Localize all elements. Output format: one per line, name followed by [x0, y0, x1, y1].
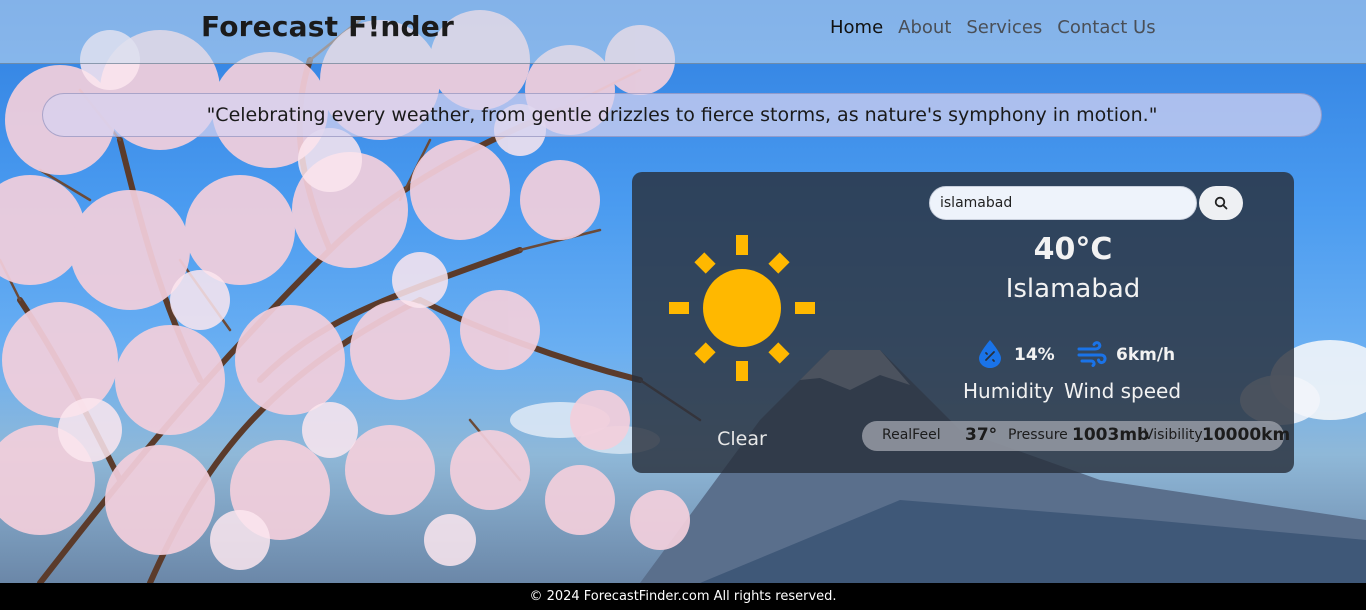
weather-condition: Clear [717, 428, 767, 450]
visibility-value: 10000km [1202, 425, 1291, 445]
nav-home-link[interactable]: Home [830, 17, 883, 38]
temperature: 40°C [1033, 232, 1113, 267]
weather-details-bar: RealFeel 37° Pressure 1003mb Visibility … [862, 421, 1290, 451]
city-search-input[interactable] [929, 186, 1197, 220]
navbar: Forecast F!nder Home About Services Cont… [0, 0, 1366, 64]
nav-services-link[interactable]: Services [966, 17, 1042, 38]
brand-logo[interactable]: Forecast F!nder [201, 10, 454, 43]
city-name: Islamabad [1005, 274, 1141, 304]
humidity-value: 14% [1014, 345, 1055, 365]
wind-icon [1077, 341, 1107, 367]
humidity-label: Humidity [963, 379, 1054, 403]
search-button[interactable] [1199, 186, 1243, 220]
main-nav: Home About Services Contact Us [830, 17, 1156, 38]
pressure-value: 1003mb [1072, 425, 1150, 445]
realfeel-label: RealFeel [882, 427, 941, 443]
copyright-text: © 2024 ForecastFinder.com All rights res… [529, 589, 837, 604]
visibility-label: Visibility [1144, 427, 1203, 443]
search-icon [1214, 196, 1228, 210]
realfeel-value: 37° [965, 425, 998, 445]
wind-speed-label: Wind speed [1064, 379, 1182, 403]
pressure-label: Pressure [1008, 427, 1068, 443]
water-drop-icon [979, 340, 1001, 368]
quote-banner: "Celebrating every weather, from gentle … [42, 93, 1322, 137]
wind-speed-value: 6km/h [1116, 345, 1176, 365]
footer: © 2024 ForecastFinder.com All rights res… [0, 583, 1366, 610]
nav-contact-link[interactable]: Contact Us [1057, 17, 1155, 38]
nav-about-link[interactable]: About [898, 17, 951, 38]
sun-icon [669, 235, 815, 381]
